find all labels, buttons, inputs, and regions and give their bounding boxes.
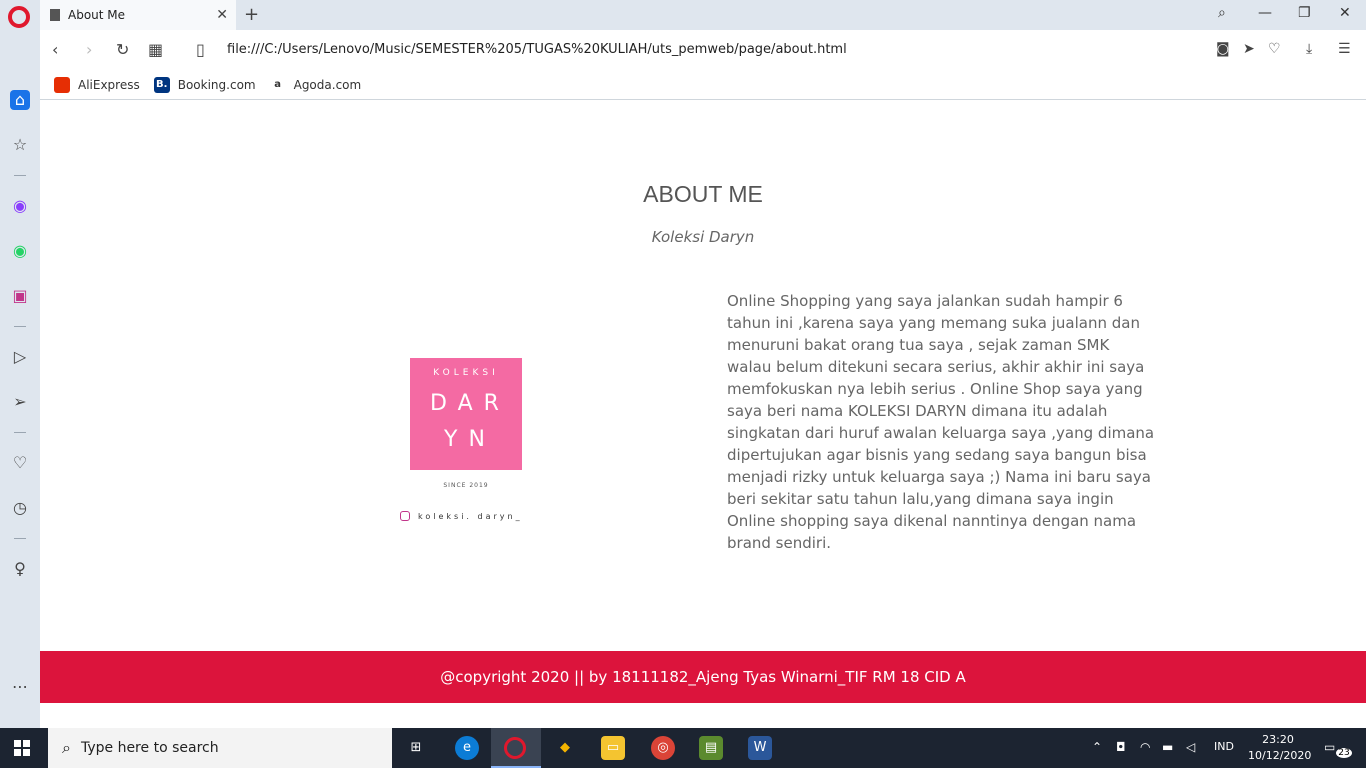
clock-date: 10/12/2020	[1248, 749, 1312, 762]
close-window-icon[interactable]: ✕	[1339, 5, 1351, 21]
browser-tab-bar: About Me ✕ + ⌕ — ❐ ✕	[0, 0, 1366, 30]
sidebar-divider	[14, 432, 26, 433]
battery-icon[interactable]: ▬	[1162, 740, 1173, 754]
task-view-icon[interactable]: ⊞	[404, 736, 428, 760]
language-indicator[interactable]: IND	[1214, 740, 1234, 753]
notification-count: 23	[1336, 748, 1352, 758]
messenger-icon[interactable]: ◉	[10, 196, 30, 216]
tabs-grid-icon[interactable]: ▦	[148, 40, 163, 59]
instagram-icon[interactable]: ▣	[10, 286, 30, 306]
agoda-icon: a	[269, 76, 286, 93]
page-icon	[50, 9, 60, 21]
download-icon[interactable]: ⤓	[1306, 41, 1312, 57]
more-icon[interactable]: ⋯	[10, 677, 30, 697]
logo-line-1: DAR	[430, 391, 510, 416]
taskbar-search-placeholder: Type here to search	[80, 740, 219, 756]
sidebar-divider	[14, 175, 26, 176]
bookmark-label: AliExpress	[78, 77, 140, 92]
logo-top-text: KOLEKSI	[433, 368, 499, 378]
tab-title: About Me	[68, 8, 126, 22]
spreadsheet-app-icon[interactable]: ▤	[699, 736, 723, 760]
heart-icon[interactable]: ♡	[1268, 41, 1281, 57]
address-bar: ‹ › ↻ ▦ ▯ file:///C:/Users/Lenovo/Music/…	[40, 30, 1366, 70]
page-info-icon[interactable]: ▯	[196, 40, 205, 59]
browser-sidebar: ⌂ ☆ ◉ ◉ ▣ ▷ ➢ ♡ ◷ ♀ ⋯	[0, 30, 40, 728]
search-icon: ⌕	[62, 738, 71, 757]
instagram-handle-text: koleksi. daryn_	[418, 511, 523, 521]
snapshot-icon[interactable]: ◙	[1216, 41, 1230, 57]
wifi-icon[interactable]: ◠	[1140, 740, 1150, 754]
opera-menu-icon[interactable]	[8, 6, 30, 28]
page-title: ABOUT ME	[643, 181, 763, 207]
easy-setup-icon[interactable]: ☰	[1338, 41, 1351, 57]
send-icon[interactable]: ➤	[1243, 41, 1255, 57]
opera-taskbar-icon[interactable]	[504, 737, 526, 759]
page-subtitle: Koleksi Daryn	[651, 228, 755, 246]
reload-icon[interactable]: ↻	[116, 40, 129, 59]
logo-since-text: SINCE 2019	[443, 482, 489, 489]
bookmarks-heart-icon[interactable]: ♡	[10, 453, 30, 473]
word-icon[interactable]: W	[748, 736, 772, 760]
new-tab-icon[interactable]: +	[244, 4, 259, 25]
home-icon[interactable]: ⌂	[10, 90, 30, 110]
about-paragraph: Online Shopping yang saya jalankan sudah…	[727, 292, 1155, 552]
chrome-icon[interactable]: ◎	[651, 736, 675, 760]
close-tab-icon[interactable]: ✕	[216, 7, 228, 23]
bookmark-agoda[interactable]: a Agoda.com	[269, 76, 362, 93]
notification-icon[interactable]: ▭	[1324, 740, 1335, 754]
volume-icon[interactable]: ◁	[1186, 740, 1195, 754]
edge-icon[interactable]: e	[455, 736, 479, 760]
back-icon[interactable]: ‹	[52, 40, 58, 59]
show-hidden-icons[interactable]: ⌃	[1092, 740, 1102, 754]
bookmark-booking[interactable]: B. Booking.com	[153, 76, 256, 93]
koleksi-daryn-logo: KOLEKSI DAR YN	[410, 358, 522, 470]
meet-now-icon[interactable]: ◘	[1116, 740, 1126, 754]
clock-time: 23:20	[1262, 733, 1294, 746]
history-icon[interactable]: ◷	[10, 498, 30, 518]
aliexpress-icon	[54, 76, 70, 93]
bookmarks-bar: AliExpress B. Booking.com a Agoda.com	[40, 70, 1366, 100]
page-footer: @copyright 2020 || by 18111182_Ajeng Tya…	[40, 651, 1366, 703]
windows-start-icon[interactable]	[14, 740, 30, 756]
bookmark-label: Agoda.com	[293, 77, 362, 92]
windows-taskbar: ⌕ Type here to search ⊞ e ◆ ▭ ◎ ▤ W ⌃ ◘ …	[0, 728, 1366, 768]
flow-icon[interactable]: ➢	[10, 392, 30, 412]
logo-line-2: YN	[444, 427, 496, 452]
url-field[interactable]: file:///C:/Users/Lenovo/Music/SEMESTER%2…	[227, 42, 847, 57]
bookmark-label: Booking.com	[177, 77, 256, 92]
logo-instagram-handle: koleksi. daryn_	[400, 511, 523, 521]
restore-icon[interactable]: ❐	[1298, 5, 1311, 21]
instagram-icon	[400, 511, 410, 521]
search-tabs-icon[interactable]: ⌕	[1218, 5, 1226, 21]
sidebar-divider	[14, 326, 26, 327]
page-content: ABOUT ME Koleksi Daryn KOLEKSI DAR YN SI…	[40, 101, 1366, 728]
tips-bulb-icon[interactable]: ♀	[10, 559, 30, 579]
sidebar-divider	[14, 538, 26, 539]
minimize-icon[interactable]: —	[1258, 5, 1272, 21]
tab-about-me[interactable]: About Me ✕	[40, 0, 236, 30]
forward-icon[interactable]: ›	[86, 40, 92, 59]
player-icon[interactable]: ▷	[10, 347, 30, 367]
whatsapp-icon[interactable]: ◉	[10, 241, 30, 261]
file-explorer-icon[interactable]: ▭	[601, 736, 625, 760]
bookmark-aliexpress[interactable]: AliExpress	[54, 76, 140, 93]
taskbar-clock[interactable]: 23:20 10/12/2020	[1248, 732, 1312, 764]
taskbar-search[interactable]: ⌕ Type here to search	[48, 728, 392, 768]
git-icon[interactable]: ◆	[553, 736, 577, 760]
booking-icon: B.	[153, 76, 170, 93]
speed-dial-icon[interactable]: ☆	[10, 135, 30, 155]
